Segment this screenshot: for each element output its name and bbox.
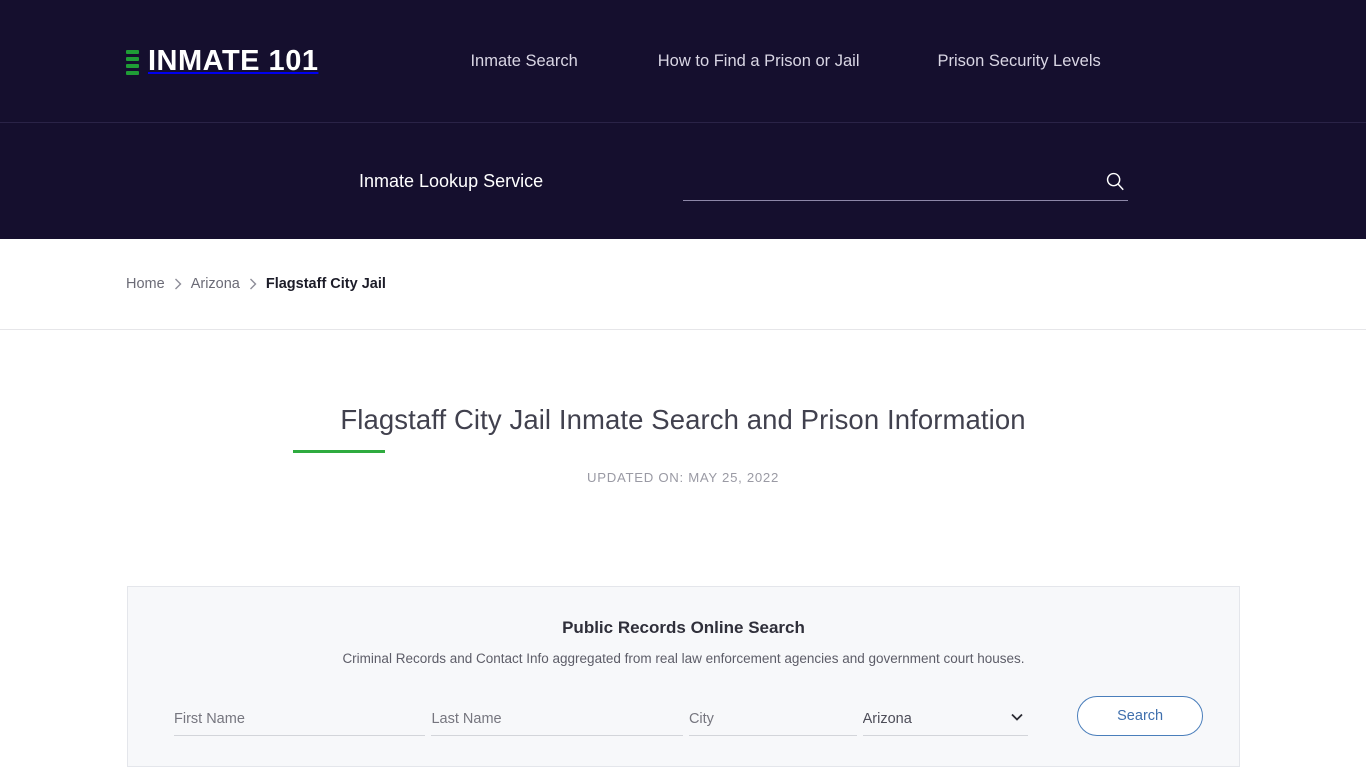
breadcrumb: Home Arizona Flagstaff City Jail bbox=[126, 276, 386, 292]
inmate-lookup-input[interactable] bbox=[683, 161, 1096, 200]
breadcrumb-item-arizona[interactable]: Arizona bbox=[191, 276, 240, 292]
last-name-input[interactable] bbox=[431, 703, 683, 734]
nav-item-inmate-search[interactable]: Inmate Search bbox=[470, 46, 577, 77]
site-header: INMATE 101 Inmate Search How to Find a P… bbox=[0, 0, 1366, 122]
city-input[interactable] bbox=[688, 703, 857, 734]
inmate-lookup-submit-button[interactable] bbox=[1096, 170, 1128, 192]
main-content: Flagstaff City Jail Inmate Search and Pr… bbox=[0, 404, 1366, 768]
breadcrumb-item-home[interactable]: Home bbox=[126, 276, 165, 292]
panel-subtitle: Criminal Records and Contact Info aggreg… bbox=[342, 651, 1025, 666]
last-name-field[interactable] bbox=[431, 702, 683, 736]
inmate-lookup-bar: Inmate Lookup Service bbox=[0, 122, 1366, 239]
state-select-field[interactable]: Arizona bbox=[862, 702, 1029, 736]
city-field[interactable] bbox=[688, 702, 857, 736]
public-records-search-button[interactable]: Search bbox=[1077, 696, 1203, 736]
inmate-lookup-field[interactable] bbox=[683, 161, 1128, 201]
panel-title: Public Records Online Search bbox=[562, 618, 805, 637]
main-navigation: Inmate Search How to Find a Prison or Ja… bbox=[470, 46, 1100, 77]
nav-item-how-to-find-a-prison-or-jail[interactable]: How to Find a Prison or Jail bbox=[658, 46, 860, 77]
breadcrumb-item-current: Flagstaff City Jail bbox=[265, 276, 386, 292]
first-name-field[interactable] bbox=[174, 702, 426, 736]
site-logo[interactable]: INMATE 101 bbox=[126, 46, 318, 76]
inmate-lookup-label: Inmate Lookup Service bbox=[359, 170, 544, 191]
breadcrumb-band: Home Arizona Flagstaff City Jail bbox=[0, 239, 1366, 330]
title-accent-underline bbox=[293, 450, 385, 453]
logo-text: INMATE 101 bbox=[148, 44, 319, 77]
chevron-right-icon bbox=[174, 278, 182, 290]
updated-on-text: UPDATED ON: MAY 25, 2022 bbox=[587, 470, 779, 485]
search-icon bbox=[1106, 172, 1124, 190]
public-records-panel: Public Records Online Search Criminal Re… bbox=[127, 586, 1240, 767]
nav-item-prison-security-levels[interactable]: Prison Security Levels bbox=[938, 46, 1101, 77]
jail-bars-icon bbox=[126, 46, 139, 76]
page-title: Flagstaff City Jail Inmate Search and Pr… bbox=[340, 404, 1026, 435]
chevron-right-icon bbox=[249, 278, 257, 290]
first-name-input[interactable] bbox=[174, 703, 426, 734]
public-records-form: Arizona Search bbox=[164, 696, 1203, 736]
state-select[interactable]: Arizona bbox=[862, 703, 1029, 734]
